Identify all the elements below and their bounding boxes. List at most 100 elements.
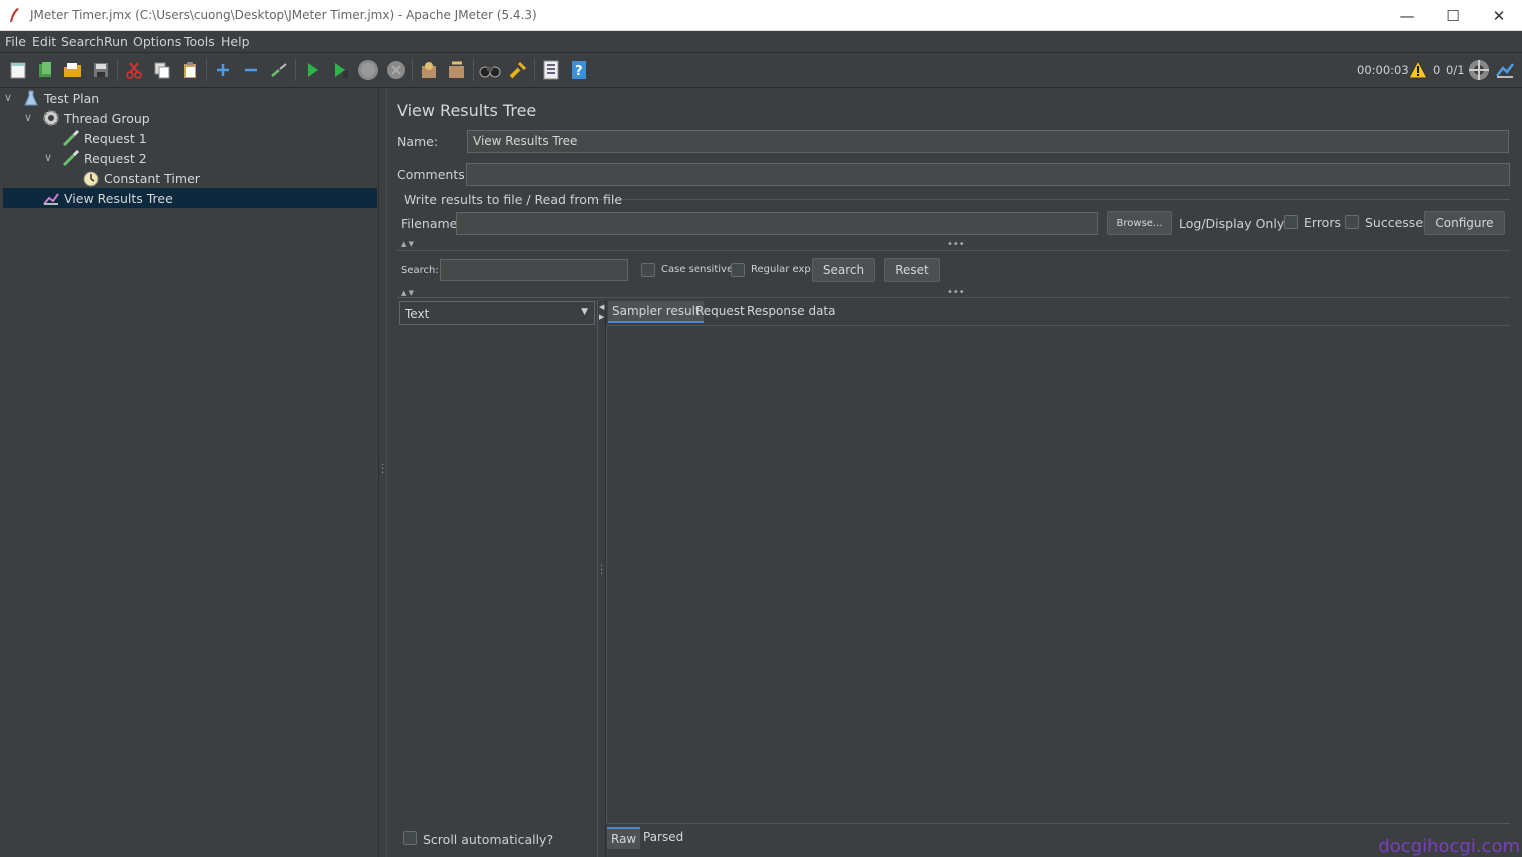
search-label: Search:: [401, 265, 439, 276]
results-detail-panel: Sampler result Request Response data Raw…: [606, 300, 1510, 857]
open-icon[interactable]: [62, 59, 84, 81]
reset-button[interactable]: Reset: [884, 258, 940, 282]
menu-file[interactable]: File: [5, 34, 26, 49]
search-button[interactable]: Search: [812, 258, 875, 282]
chevron-down-icon[interactable]: ∨: [24, 111, 32, 124]
function-helper-icon[interactable]: [540, 59, 562, 81]
browse-button[interactable]: Browse...: [1107, 211, 1172, 235]
menu-run[interactable]: Run: [104, 34, 128, 49]
clear-icon[interactable]: [418, 59, 440, 81]
chart-icon: [42, 189, 60, 207]
save-icon[interactable]: [90, 59, 112, 81]
collapse-arrows-icon[interactable]: ▲ ▼: [401, 240, 414, 248]
help-icon[interactable]: ?: [568, 59, 590, 81]
filename-field[interactable]: [456, 212, 1098, 235]
remote-target-icon[interactable]: [1468, 59, 1490, 81]
cut-icon[interactable]: [123, 59, 145, 81]
pipette-icon: [62, 149, 80, 167]
tree-item-test-plan[interactable]: Test Plan: [22, 88, 99, 108]
jmeter-feather-icon: [10, 8, 19, 22]
log-viewer-icon[interactable]: [1495, 60, 1515, 80]
tab-request[interactable]: Request: [692, 301, 749, 323]
configure-button[interactable]: Configure: [1424, 211, 1505, 235]
window-title-bar: JMeter Timer.jmx (C:\Users\cuong\Desktop…: [0, 0, 1522, 31]
clear-all-icon[interactable]: [446, 59, 468, 81]
minimize-button[interactable]: —: [1384, 0, 1430, 31]
new-icon[interactable]: [7, 59, 29, 81]
reset-search-icon[interactable]: [507, 59, 529, 81]
drag-handle-icon[interactable]: •••: [947, 287, 965, 298]
chevron-down-icon: ▼: [581, 307, 588, 317]
collapse-all-icon[interactable]: [240, 59, 262, 81]
tree-item-label: Constant Timer: [104, 170, 200, 186]
scroll-auto-checkbox[interactable]: [403, 831, 417, 845]
successes-checkbox[interactable]: [1345, 215, 1359, 229]
tab-response-data[interactable]: Response data: [743, 301, 839, 323]
tree-item-thread-group[interactable]: Thread Group: [42, 108, 150, 128]
tree-item-label: Test Plan: [44, 90, 100, 106]
name-field[interactable]: View Results Tree: [467, 130, 1509, 153]
panel-title: View Results Tree: [397, 101, 537, 120]
tree-item-label: Thread Group: [64, 110, 150, 126]
collapse-arrows-icon[interactable]: ▲ ▼: [401, 289, 414, 297]
file-section-title: Write results to file / Read from file: [404, 192, 623, 207]
comments-field[interactable]: [466, 163, 1510, 186]
comments-label: Comments:: [397, 167, 469, 182]
search-binoculars-icon[interactable]: [479, 59, 501, 81]
case-sensitive-checkbox[interactable]: [641, 263, 655, 277]
window-title: JMeter Timer.jmx (C:\Users\cuong\Desktop…: [30, 8, 537, 22]
regular-exp-label: Regular exp.: [751, 264, 814, 275]
stopwatch-icon: [82, 169, 100, 187]
chevron-down-icon[interactable]: ∨: [44, 151, 52, 164]
menu-options[interactable]: Options: [133, 34, 181, 49]
svg-text:?: ?: [575, 64, 583, 79]
tab-sampler-result[interactable]: Sampler result: [608, 301, 704, 323]
successes-label: Successes: [1365, 215, 1430, 230]
tab-raw[interactable]: Raw: [607, 827, 641, 849]
results-list-panel: Text ▼ Scroll automatically?: [397, 300, 597, 857]
errors-checkbox[interactable]: [1284, 215, 1298, 229]
warning-icon[interactable]: [1408, 60, 1428, 79]
renderer-selected: Text: [405, 307, 430, 321]
regular-exp-checkbox[interactable]: [731, 263, 745, 277]
menu-edit[interactable]: Edit: [32, 34, 56, 49]
templates-icon[interactable]: [34, 59, 56, 81]
menu-help[interactable]: Help: [221, 34, 250, 49]
maximize-button[interactable]: ☐: [1430, 0, 1476, 31]
errors-label: Errors: [1304, 215, 1341, 230]
search-input[interactable]: [440, 259, 628, 281]
tree-item-label: Request 1: [84, 130, 147, 146]
start-no-pauses-icon[interactable]: [329, 59, 351, 81]
main-splitter[interactable]: · · ·: [378, 88, 387, 857]
chevron-down-icon[interactable]: ∨: [4, 91, 12, 104]
name-label: Name:: [397, 134, 439, 149]
tab-parsed[interactable]: Parsed: [639, 827, 687, 849]
expand-all-icon[interactable]: [212, 59, 234, 81]
log-display-only-label: Log/Display Only:: [1179, 216, 1288, 231]
active-threads: 0/1: [1446, 63, 1465, 77]
tree-item-request-1[interactable]: Request 1: [62, 128, 147, 148]
tree-item-view-results-tree[interactable]: View Results Tree: [42, 188, 173, 208]
renderer-select[interactable]: Text ▼: [399, 301, 595, 325]
shutdown-icon[interactable]: [385, 59, 407, 81]
menu-tools[interactable]: Tools: [184, 34, 215, 49]
stop-icon[interactable]: [357, 59, 379, 81]
tree-item-constant-timer[interactable]: Constant Timer: [82, 168, 200, 188]
scroll-auto-label: Scroll automatically?: [423, 832, 554, 847]
start-icon[interactable]: [301, 59, 323, 81]
copy-icon[interactable]: [151, 59, 173, 81]
case-sensitive-label: Case sensitive: [661, 264, 734, 275]
results-splitter[interactable]: ◀ ▶ · · ·: [597, 300, 606, 857]
tree-item-label: Request 2: [84, 150, 147, 166]
drag-handle-icon[interactable]: •••: [947, 239, 965, 250]
result-tabs: Sampler result Request Response data: [606, 300, 1510, 326]
paste-icon[interactable]: [179, 59, 201, 81]
tree-item-request-2[interactable]: Request 2: [62, 148, 147, 168]
view-results-tree-panel: View Results Tree Name: View Results Tre…: [387, 88, 1522, 857]
menu-search[interactable]: Search: [61, 34, 104, 49]
elapsed-time: 00:00:03: [1357, 63, 1409, 77]
watermark: docgihocgi.com: [1378, 836, 1520, 857]
close-button[interactable]: ✕: [1476, 0, 1522, 31]
toggle-icon[interactable]: [268, 59, 290, 81]
menu-bar: File Edit Search Run Options Tools Help: [0, 31, 1522, 53]
